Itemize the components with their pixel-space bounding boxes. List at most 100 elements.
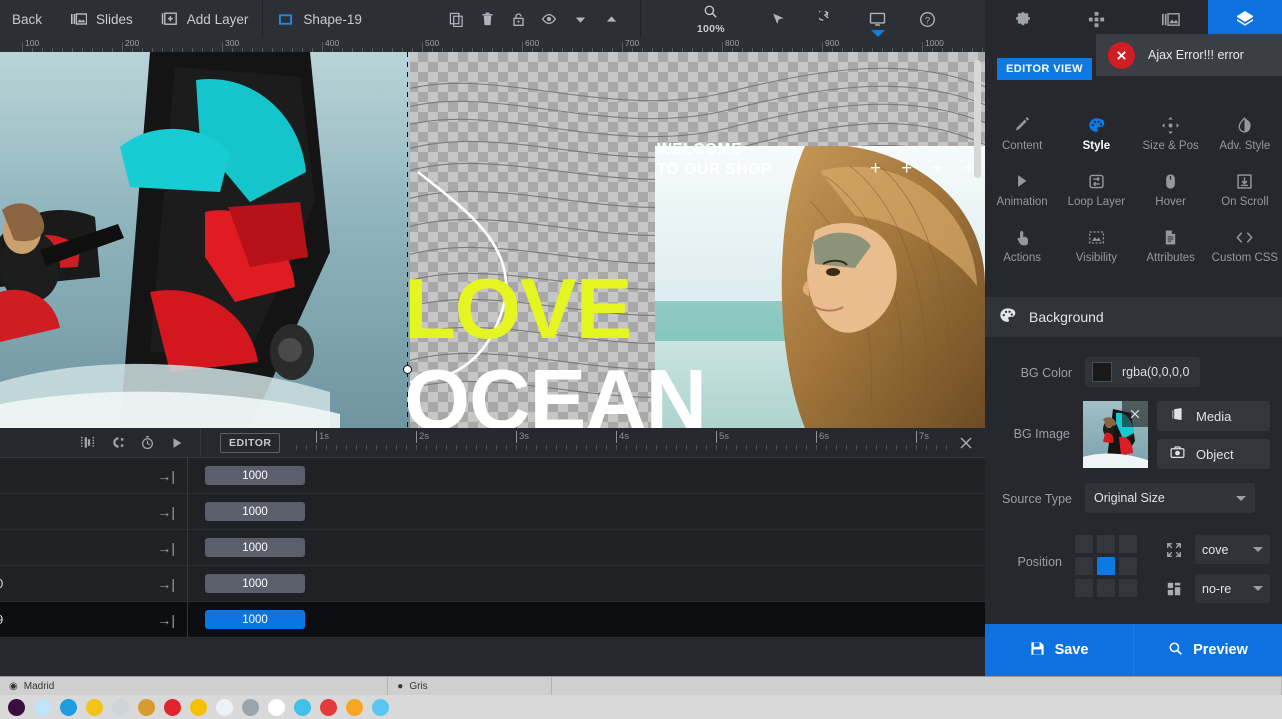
- taskbar-icon[interactable]: [86, 698, 103, 716]
- timeline-duration-bar[interactable]: 1000: [205, 610, 305, 629]
- tab-size-pos[interactable]: Size & Pos: [1134, 106, 1208, 162]
- position-grid[interactable]: [1075, 535, 1137, 597]
- source-type-select[interactable]: Original Size: [1085, 483, 1255, 513]
- tab-actions[interactable]: Actions: [985, 218, 1059, 274]
- align-icon[interactable]: [72, 428, 102, 458]
- timeline-row[interactable]: 9 →| 1000: [0, 602, 985, 638]
- bg-size-select[interactable]: cove: [1195, 535, 1270, 564]
- gear-icon[interactable]: [985, 0, 1059, 38]
- close-icon[interactable]: [956, 433, 976, 453]
- tab-on-scroll[interactable]: On Scroll: [1208, 162, 1282, 218]
- canvas-ruler[interactable]: 100 200 300 400 500 600 700 800 900 1000: [0, 38, 985, 52]
- back-button[interactable]: Back: [0, 0, 56, 38]
- jump-to-end-icon[interactable]: →|: [157, 540, 175, 556]
- taskbar-icon[interactable]: [372, 698, 389, 716]
- taskbar-icon[interactable]: [216, 698, 233, 716]
- timeline-track[interactable]: 1000: [188, 494, 985, 529]
- position-cell[interactable]: [1075, 557, 1093, 575]
- jump-to-end-icon[interactable]: →|: [157, 576, 175, 592]
- timeline-row[interactable]: →| 1000: [0, 494, 985, 530]
- layout-icon[interactable]: [1059, 0, 1133, 38]
- stopwatch-icon[interactable]: [132, 428, 162, 458]
- timeline-track[interactable]: 1000: [188, 530, 985, 565]
- taskbar-icon[interactable]: [138, 698, 155, 716]
- bg-color-field[interactable]: rgba(0,0,0,0: [1085, 357, 1200, 387]
- timeline-track[interactable]: 1000: [188, 566, 985, 601]
- tab-adv-style[interactable]: Adv. Style: [1208, 106, 1282, 162]
- add-layer-button[interactable]: Add Layer: [147, 0, 263, 38]
- timeline-track[interactable]: 1000: [188, 458, 985, 493]
- timeline-row[interactable]: →| 1000: [0, 458, 985, 494]
- monitor-icon[interactable]: [853, 0, 903, 38]
- remove-bg-image-icon[interactable]: [1122, 401, 1148, 427]
- position-cell[interactable]: [1119, 535, 1137, 553]
- caret-down-icon[interactable]: [565, 0, 596, 38]
- trash-icon[interactable]: [472, 0, 503, 38]
- taskbar-icon[interactable]: [268, 698, 285, 716]
- tab-visibility[interactable]: Visibility: [1059, 218, 1133, 274]
- bg-repeat-select[interactable]: no-re: [1195, 574, 1270, 603]
- copy-icon[interactable]: [441, 0, 472, 38]
- timeline-duration-bar[interactable]: 1000: [205, 538, 305, 557]
- error-toast[interactable]: Ajax Error!!! error: [1096, 34, 1282, 76]
- position-cell[interactable]: [1097, 579, 1115, 597]
- position-cell[interactable]: [1075, 579, 1093, 597]
- jump-to-end-icon[interactable]: →|: [157, 612, 175, 628]
- timeline-duration-bar[interactable]: 1000: [205, 466, 305, 485]
- taskbar-icon[interactable]: [294, 698, 311, 716]
- eye-icon[interactable]: [534, 0, 565, 38]
- object-button[interactable]: Object: [1157, 439, 1270, 469]
- position-cell[interactable]: [1119, 557, 1137, 575]
- position-cell[interactable]: [1097, 535, 1115, 553]
- position-cell[interactable]: [1119, 579, 1137, 597]
- position-cell[interactable]: [1097, 557, 1115, 575]
- layers-icon[interactable]: [1207, 0, 1282, 38]
- jump-to-end-icon[interactable]: →|: [157, 504, 175, 520]
- tab-style[interactable]: Style: [1059, 106, 1133, 162]
- jump-to-end-icon[interactable]: →|: [157, 468, 175, 484]
- help-circle-icon[interactable]: ?: [903, 0, 953, 38]
- canvas-vertical-scrollbar[interactable]: [974, 60, 981, 178]
- editor-mode-chip[interactable]: EDITOR: [220, 432, 281, 453]
- bg-color-swatch[interactable]: [1092, 362, 1112, 382]
- selection-handle[interactable]: [403, 365, 412, 374]
- save-button[interactable]: Save: [985, 624, 1133, 676]
- zoom-control[interactable]: 100%: [679, 0, 743, 38]
- snap-icon[interactable]: [102, 428, 132, 458]
- timeline-duration-bar[interactable]: 1000: [205, 502, 305, 521]
- tab-hover[interactable]: Hover: [1134, 162, 1208, 218]
- bg-image-thumbnail[interactable]: [1082, 401, 1148, 468]
- timeline-duration-bar[interactable]: 1000: [205, 574, 305, 593]
- tab-attributes[interactable]: Attributes: [1134, 218, 1208, 274]
- play-icon[interactable]: [162, 428, 192, 458]
- taskbar-icon[interactable]: [242, 698, 259, 716]
- slides-button[interactable]: Slides: [56, 0, 147, 38]
- lock-icon[interactable]: [503, 0, 534, 38]
- taskbar-icon[interactable]: [34, 698, 51, 716]
- tab-custom-css[interactable]: Custom CSS: [1208, 218, 1282, 274]
- tab-animation[interactable]: Animation: [985, 162, 1059, 218]
- caret-up-icon[interactable]: [596, 0, 627, 38]
- slide-canvas[interactable]: WELCOME TO OUR SHOP + + + + LOVE OCEAN: [0, 52, 985, 428]
- timeline-row[interactable]: 0 →| 1000: [0, 566, 985, 602]
- tab-content[interactable]: Content: [985, 106, 1059, 162]
- position-cell[interactable]: [1075, 535, 1093, 553]
- taskbar-icon[interactable]: [112, 698, 129, 716]
- timeline-ruler[interactable]: 1s 2s 3s 4s 5s 6s 7s: [292, 428, 952, 458]
- taskbar-icon[interactable]: [164, 698, 181, 716]
- os-status-item[interactable]: ◉ Madrid: [0, 676, 389, 696]
- pointer-icon[interactable]: [753, 0, 803, 38]
- timeline-row[interactable]: →| 1000: [0, 530, 985, 566]
- taskbar-icon[interactable]: [60, 698, 77, 716]
- timeline-track[interactable]: 1000: [188, 602, 985, 637]
- shape-selector[interactable]: Shape-19: [263, 0, 376, 38]
- taskbar-icon[interactable]: [190, 698, 207, 716]
- taskbar-icon[interactable]: [320, 698, 337, 716]
- tab-loop-layer[interactable]: Loop Layer: [1059, 162, 1133, 218]
- slides-icon[interactable]: [1134, 0, 1208, 38]
- taskbar-icon[interactable]: [8, 698, 25, 716]
- os-status-item[interactable]: ● Gris: [388, 676, 552, 696]
- preview-button[interactable]: Preview: [1133, 624, 1282, 676]
- media-button[interactable]: Media: [1157, 401, 1270, 431]
- undo-icon[interactable]: [803, 0, 853, 38]
